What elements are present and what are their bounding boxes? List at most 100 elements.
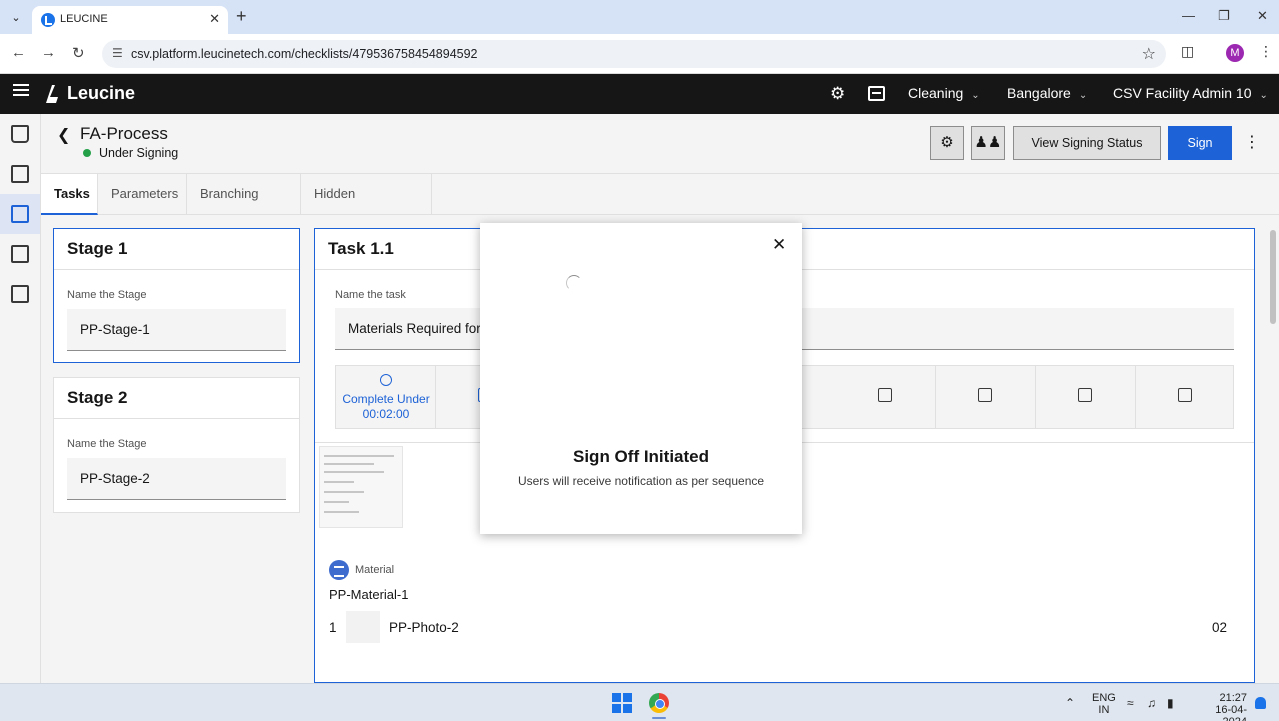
notification-bell-icon[interactable]: [1255, 697, 1266, 709]
save-template-button[interactable]: [1136, 366, 1236, 428]
windows-logo-pane: [612, 693, 621, 702]
close-icon[interactable]: ✕: [772, 235, 786, 255]
windows-start-icon[interactable]: [612, 693, 632, 713]
calculator-icon: [11, 285, 29, 303]
stage-card[interactable]: Stage 1 Name the Stage PP-Stage-1: [53, 228, 300, 363]
os-taskbar: ⌃ ENG IN ≈ ♫ ▮ 21:27 16-04-2024: [0, 683, 1279, 721]
restore-icon[interactable]: ❐: [1218, 8, 1230, 24]
branch-icon: [1078, 388, 1092, 402]
material-row-number: 1: [329, 620, 337, 635]
minimize-icon[interactable]: —: [1182, 8, 1195, 23]
stage-title: Stage 2: [67, 388, 128, 407]
back-arrow-icon[interactable]: ←: [11, 44, 26, 61]
material-row-quantity: 02: [1212, 620, 1228, 635]
page-title: FA-Process: [80, 124, 168, 143]
bookmark-star-icon[interactable]: ☆: [1142, 44, 1156, 64]
new-tab-icon[interactable]: +: [236, 7, 247, 25]
language-indicator[interactable]: ENG IN: [1092, 692, 1116, 716]
alarm-clock-icon: [380, 374, 392, 386]
tray-chevron-up-icon[interactable]: ⌃: [1065, 696, 1075, 710]
thumbnail-line: [324, 463, 374, 465]
forward-arrow-icon[interactable]: →: [41, 44, 56, 61]
user-dropdown[interactable]: CSV Facility Admin 10 ⌄: [1113, 85, 1268, 101]
hamburger-menu-icon[interactable]: [13, 84, 29, 96]
battery-icon[interactable]: ▮: [1167, 696, 1174, 710]
complete-under-time: 00:02:00: [362, 407, 410, 421]
browser-menu-icon[interactable]: ⋮: [1259, 43, 1273, 60]
back-chevron-icon[interactable]: ❮: [57, 125, 70, 145]
sign-button[interactable]: Sign: [1168, 126, 1232, 160]
wifi-icon[interactable]: ≈: [1127, 696, 1134, 710]
clipboard-icon: [11, 165, 29, 183]
task-media-thumbnail[interactable]: [319, 446, 403, 528]
branching-button[interactable]: [1036, 366, 1136, 428]
more-options-icon[interactable]: ⋮: [1244, 132, 1260, 152]
thumbnail-line: [324, 471, 384, 473]
complete-under-text: Complete Under 00:02:00: [336, 392, 436, 422]
site-info-icon[interactable]: ☰: [112, 46, 123, 60]
complete-under-button[interactable]: Complete Under 00:02:00: [336, 366, 436, 428]
complete-under-label: Complete Under: [342, 392, 430, 406]
leucine-logo-icon: [46, 85, 58, 103]
windows-logo-pane: [623, 693, 632, 702]
stage-title: Stage 1: [67, 239, 128, 258]
nav-ontology[interactable]: [0, 234, 40, 274]
clock-time: 21:27: [1219, 692, 1247, 704]
page-scrollbar[interactable]: [1270, 230, 1276, 324]
tab-tasks[interactable]: Tasks: [41, 174, 98, 215]
material-photo-thumbnail[interactable]: [346, 611, 380, 643]
window-close-icon[interactable]: ✕: [1257, 8, 1268, 24]
chrome-taskbar-icon[interactable]: [649, 693, 669, 713]
use-case-dropdown[interactable]: Cleaning ⌄: [908, 85, 980, 101]
thumbnail-line: [324, 511, 359, 513]
extensions-icon[interactable]: ◫: [1181, 43, 1194, 60]
hierarchy-button[interactable]: [936, 366, 1036, 428]
process-icon: [11, 205, 29, 223]
url-text[interactable]: csv.platform.leucinetech.com/checklists/…: [131, 47, 478, 61]
nav-jobs[interactable]: [0, 154, 40, 194]
divider: [54, 269, 299, 270]
thumbnail-line: [324, 491, 364, 493]
leucine-favicon-icon: [41, 13, 55, 27]
nav-reports[interactable]: [0, 274, 40, 314]
stage-name-label: Name the Stage: [67, 289, 147, 301]
stage-name-label: Name the Stage: [67, 438, 147, 450]
view-signing-status-button[interactable]: View Signing Status: [1013, 126, 1161, 160]
settings-button[interactable]: ⚙: [930, 126, 964, 160]
reload-icon[interactable]: ↻: [72, 44, 85, 62]
status-label: Under Signing: [99, 146, 179, 160]
nav-processes[interactable]: [0, 194, 40, 234]
modal-message: Users will receive notification as per s…: [517, 474, 765, 488]
stage-name-input[interactable]: PP-Stage-1: [67, 309, 286, 351]
facility-label: Bangalore: [1007, 85, 1071, 101]
task-name-label: Name the task: [335, 289, 406, 301]
close-tab-icon[interactable]: ✕: [209, 11, 220, 27]
browser-tab[interactable]: LEUCINE ✕: [32, 6, 228, 34]
clock[interactable]: 21:27 16-04-2024: [1193, 692, 1247, 721]
tab-parameters[interactable]: Parameters: [98, 174, 187, 215]
nav-inbox[interactable]: [0, 114, 40, 154]
sign-off-modal: ✕ Sign Off Initiated Users will receive …: [480, 223, 802, 534]
schedule-button[interactable]: [836, 366, 936, 428]
profile-avatar[interactable]: M: [1226, 44, 1244, 62]
loading-spinner-icon: [566, 275, 582, 291]
tab-branching-rules[interactable]: Branching Rules: [187, 174, 301, 241]
language-code: ENG: [1092, 692, 1116, 704]
tab-hidden-parameters[interactable]: Hidden Parameters: [301, 174, 432, 241]
settings-gear-icon[interactable]: ⚙: [830, 84, 845, 104]
stage-card[interactable]: Stage 2 Name the Stage PP-Stage-2: [53, 377, 300, 513]
url-field[interactable]: ☰ csv.platform.leucinetech.com/checklist…: [102, 40, 1166, 68]
tab-search-chevron-icon[interactable]: ⌄: [6, 8, 26, 28]
volume-icon[interactable]: ♫: [1147, 696, 1156, 710]
use-case-label: Cleaning: [908, 85, 964, 101]
material-row-name: PP-Photo-2: [389, 620, 459, 635]
stage-name-input[interactable]: PP-Stage-2: [67, 458, 286, 500]
windows-logo-pane: [623, 704, 632, 713]
scan-icon[interactable]: [868, 86, 885, 101]
people-icon: ♟♟: [974, 134, 1002, 151]
collaborators-button[interactable]: ♟♟: [971, 126, 1005, 160]
divider: [54, 418, 299, 419]
facility-dropdown[interactable]: Bangalore ⌄: [1007, 85, 1087, 101]
hierarchy-icon: [978, 388, 992, 402]
inbox-icon: [11, 125, 29, 143]
